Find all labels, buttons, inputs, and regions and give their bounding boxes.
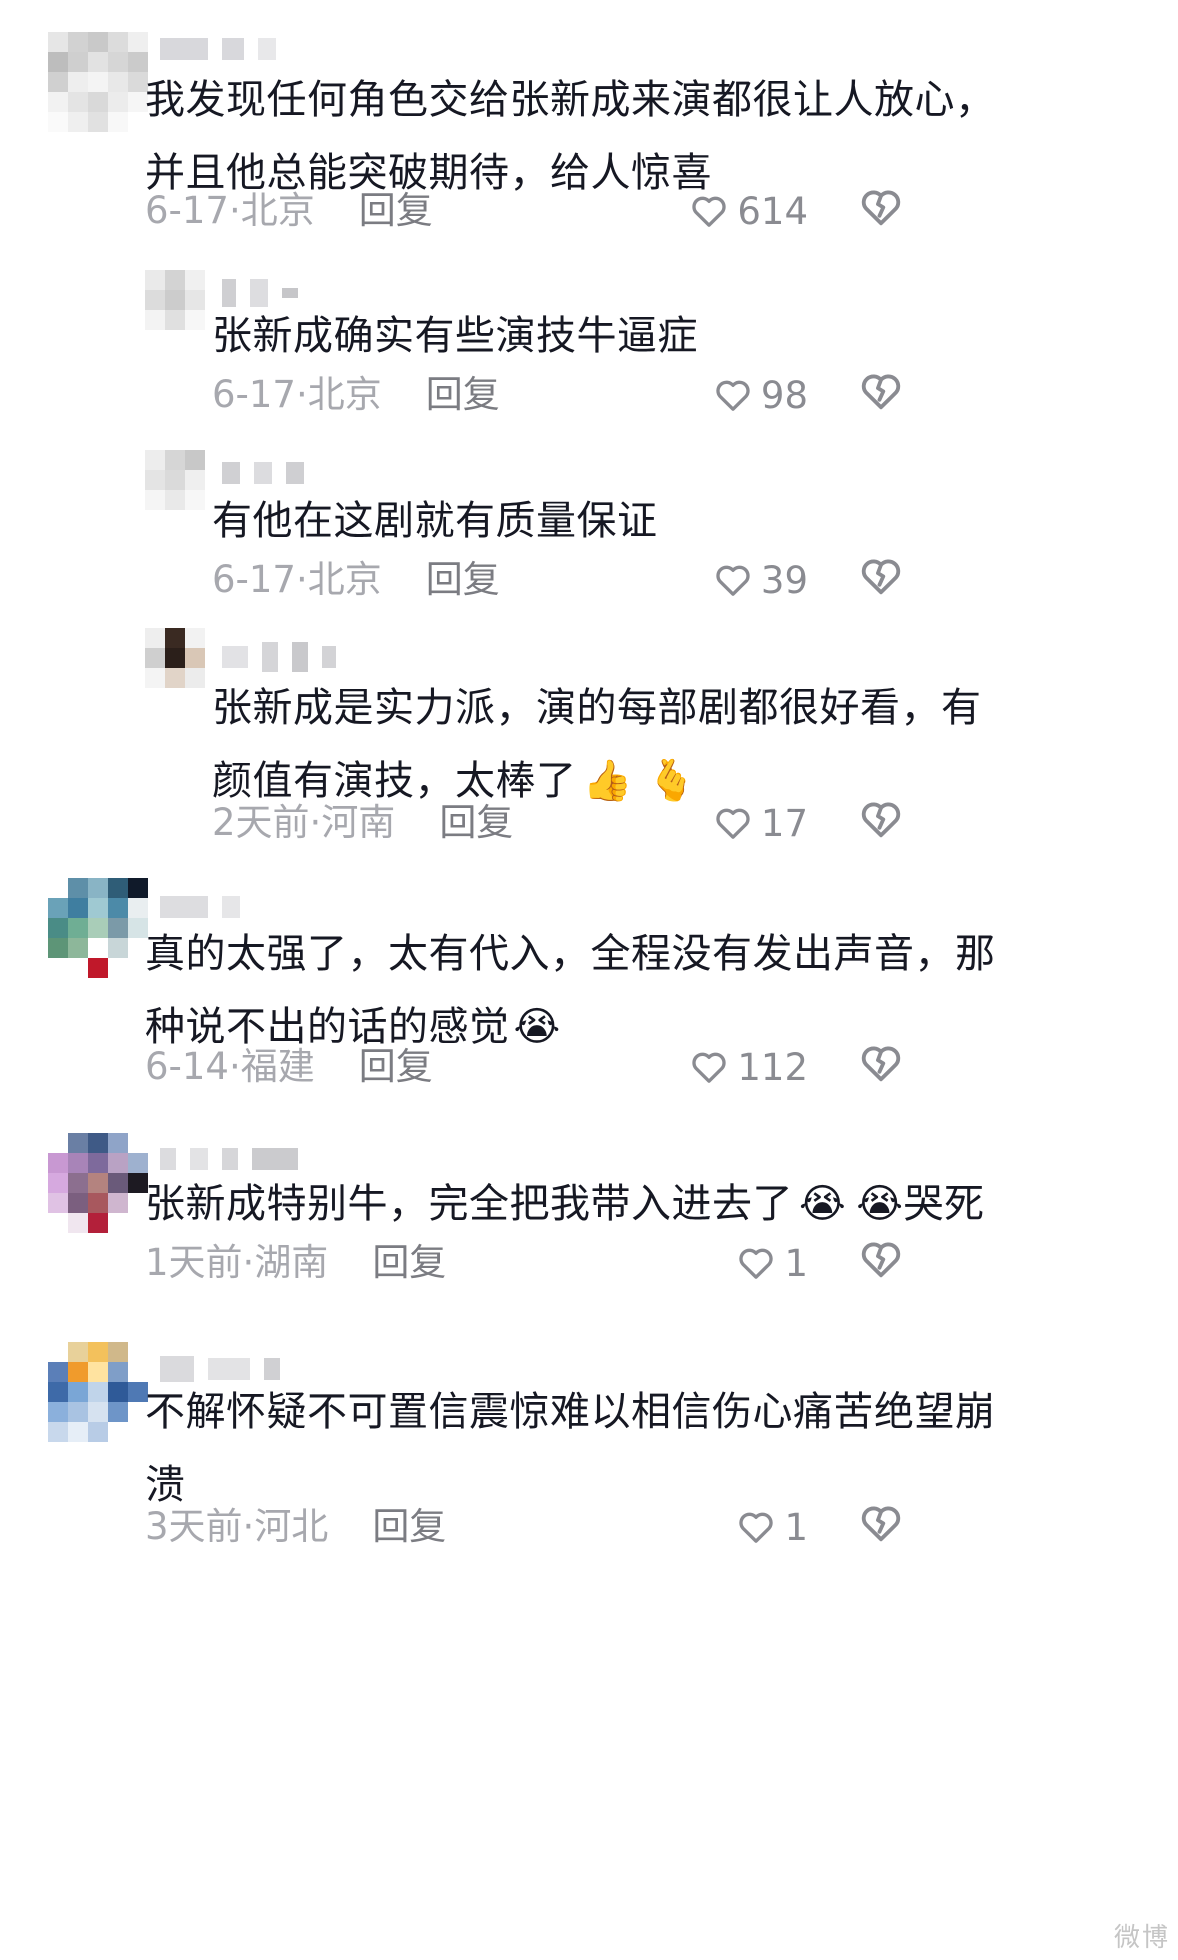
dislike-button[interactable] xyxy=(858,1040,912,1094)
like-count: 17 xyxy=(760,801,808,845)
comment-meta: 6-17· 北京 回复 xyxy=(145,186,433,236)
avatar[interactable] xyxy=(48,1342,148,1442)
heart-outline-icon xyxy=(692,196,727,227)
heart-outline-icon xyxy=(692,1052,727,1083)
broken-heart-icon xyxy=(861,190,901,226)
heart-outline-icon xyxy=(716,380,750,411)
location: 湖南 xyxy=(254,1241,329,1284)
dislike-button[interactable] xyxy=(858,368,912,422)
avatar[interactable] xyxy=(48,878,148,978)
heart-outline-icon xyxy=(739,1248,774,1279)
timestamp: 6-17· xyxy=(145,189,241,232)
comment-meta: 6-17· 北京 回复 xyxy=(212,555,500,605)
dislike-button[interactable] xyxy=(858,184,912,238)
timestamp: 6-17· xyxy=(212,373,308,416)
loudly-crying-emoji: 😭 xyxy=(856,1181,904,1227)
username-blurred[interactable] xyxy=(160,32,276,66)
loudly-crying-emoji: 😭 xyxy=(799,1181,847,1227)
comment-text: 张新成特别牛，完全把我带入进去了 😭 😭哭死 xyxy=(145,1181,985,1227)
location: 北京 xyxy=(307,373,382,416)
comment-meta: 2天前· 河南 回复 xyxy=(212,798,513,848)
heart-outline-icon xyxy=(716,565,750,596)
reply-button[interactable]: 回复 xyxy=(372,1238,446,1288)
broken-heart-icon xyxy=(861,1506,901,1542)
avatar[interactable] xyxy=(145,450,205,510)
like-button[interactable]: 98 xyxy=(713,368,808,422)
comment-text: 张新成确实有些演技牛逼症 xyxy=(212,313,698,359)
like-count: 98 xyxy=(760,373,808,417)
comment-meta: 6-17· 北京 回复 xyxy=(212,370,500,420)
like-button[interactable]: 1 xyxy=(736,1236,808,1290)
like-button[interactable]: 112 xyxy=(689,1040,808,1094)
reply-button[interactable]: 回复 xyxy=(426,370,500,420)
avatar[interactable] xyxy=(145,270,205,330)
finger-heart-emoji: 🫰 xyxy=(646,758,698,804)
dislike-button[interactable] xyxy=(858,796,912,850)
broken-heart-icon xyxy=(861,1242,901,1278)
avatar[interactable] xyxy=(48,1133,148,1233)
avatar[interactable] xyxy=(145,628,205,688)
loudly-crying-emoji: 😭 xyxy=(513,1004,561,1050)
comment-meta: 1天前· 湖南 回复 xyxy=(145,1238,446,1288)
dislike-button[interactable] xyxy=(858,1236,912,1290)
like-button[interactable]: 1 xyxy=(736,1500,808,1554)
username-blurred[interactable] xyxy=(222,640,336,674)
reply-button[interactable]: 回复 xyxy=(359,1042,433,1092)
location: 北京 xyxy=(307,558,382,601)
like-count: 39 xyxy=(760,558,808,602)
comment-text: 张新成是实力派，演的每部剧都很好看，有 颜值有演技，太棒了 👍 🫰 xyxy=(212,685,982,804)
like-button[interactable]: 17 xyxy=(713,796,808,850)
timestamp: 2天前· xyxy=(212,801,322,844)
comment-text: 有他在这剧就有质量保证 xyxy=(212,498,658,544)
like-count: 1 xyxy=(784,1505,808,1549)
dislike-button[interactable] xyxy=(858,1500,912,1554)
heart-outline-icon xyxy=(739,1512,774,1543)
broken-heart-icon xyxy=(861,802,901,838)
reply-button[interactable]: 回复 xyxy=(439,798,513,848)
like-button[interactable]: 614 xyxy=(689,184,808,238)
broken-heart-icon xyxy=(861,374,901,410)
watermark: 微博 xyxy=(1113,1923,1170,1953)
comment-text: 不解怀疑不可置信震惊难以相信伤心痛苦绝望崩 溃 xyxy=(145,1389,996,1508)
avatar[interactable] xyxy=(48,32,148,132)
reply-button[interactable]: 回复 xyxy=(372,1502,446,1552)
timestamp: 6-14· xyxy=(145,1045,241,1088)
location: 河北 xyxy=(254,1505,329,1548)
timestamp: 3天前· xyxy=(145,1505,255,1548)
thumbs-up-emoji: 👍 xyxy=(582,758,633,804)
like-count: 614 xyxy=(737,189,808,233)
broken-heart-icon xyxy=(861,1046,901,1082)
dislike-button[interactable] xyxy=(858,553,912,607)
location: 北京 xyxy=(240,189,315,232)
reply-button[interactable]: 回复 xyxy=(359,186,433,236)
like-count: 112 xyxy=(737,1045,808,1089)
reply-button[interactable]: 回复 xyxy=(426,555,500,605)
broken-heart-icon xyxy=(861,559,901,595)
like-count: 1 xyxy=(784,1241,808,1285)
like-button[interactable]: 39 xyxy=(713,553,808,607)
comment-meta: 6-14· 福建 回复 xyxy=(145,1042,433,1092)
location: 河南 xyxy=(321,801,396,844)
heart-outline-icon xyxy=(716,808,750,839)
timestamp: 1天前· xyxy=(145,1241,255,1284)
comment-meta: 3天前· 河北 回复 xyxy=(145,1502,446,1552)
location: 福建 xyxy=(240,1045,315,1088)
timestamp: 6-17· xyxy=(212,558,308,601)
